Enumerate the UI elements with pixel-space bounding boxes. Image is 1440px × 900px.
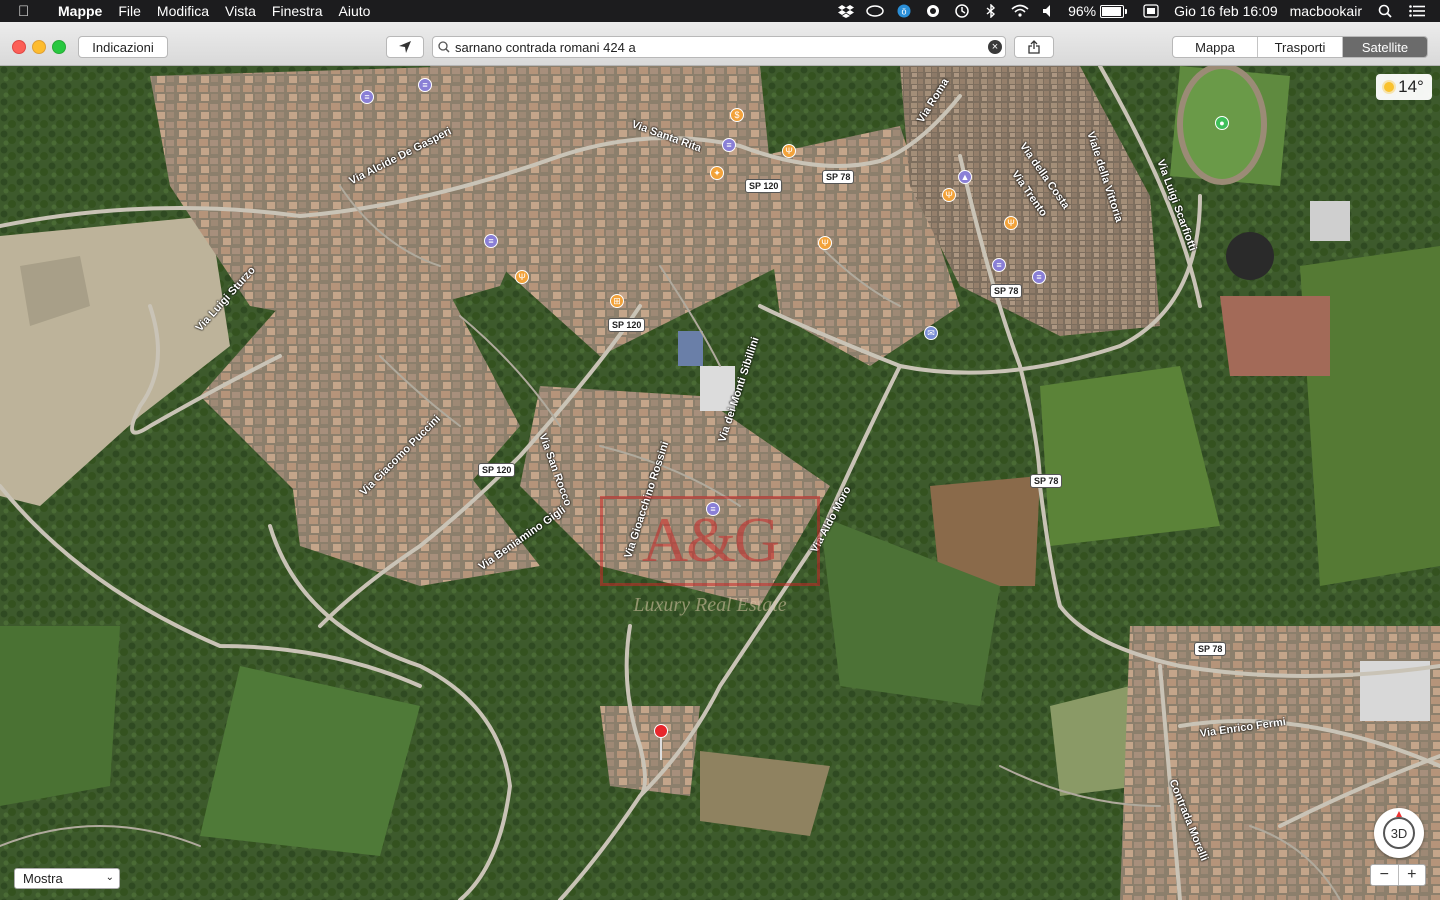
- menubar-clock[interactable]: Gio 16 feb 16:09: [1174, 3, 1278, 19]
- map-type-mappa[interactable]: Mappa: [1173, 37, 1258, 57]
- search-icon: [433, 41, 455, 53]
- show-options-value: Mostra: [23, 871, 63, 886]
- share-button[interactable]: [1014, 36, 1054, 58]
- spotlight-search-icon[interactable]: [1374, 0, 1396, 22]
- map-type-satellite[interactable]: Satellite: [1343, 37, 1427, 57]
- svg-text:ö: ö: [902, 7, 907, 17]
- fullscreen-window-button[interactable]: [52, 40, 66, 54]
- menu-file[interactable]: File: [110, 0, 149, 22]
- volume-icon[interactable]: [1038, 0, 1060, 22]
- satellite-map[interactable]: Via Alcide De Gasperi Via Santa Rita Via…: [0, 66, 1440, 900]
- hotel-poi-icon[interactable]: ≡: [418, 78, 432, 92]
- pin-stem: [660, 738, 662, 760]
- location-arrow-icon: [399, 41, 411, 53]
- hotel-poi-icon[interactable]: ≡: [360, 90, 374, 104]
- route-shield: SP 78: [822, 170, 855, 184]
- menu-vista[interactable]: Vista: [217, 0, 264, 22]
- directions-button[interactable]: Indicazioni: [78, 36, 168, 58]
- location-pin[interactable]: [654, 724, 668, 760]
- hotel-poi-icon[interactable]: ≡: [722, 138, 736, 152]
- map-type-segmented-control: Mappa Trasporti Satellite: [1172, 36, 1428, 58]
- church-poi-icon[interactable]: ▲: [958, 170, 972, 184]
- menu-aiuto[interactable]: Aiuto: [331, 0, 379, 22]
- creative-cloud-icon[interactable]: [864, 0, 886, 22]
- sun-icon: [1384, 82, 1395, 92]
- search-input[interactable]: sarnano contrada romani 424 a: [455, 40, 636, 55]
- menubar-username[interactable]: macbookair: [1290, 3, 1362, 19]
- close-window-button[interactable]: [12, 40, 26, 54]
- satellite-imagery: [0, 66, 1440, 900]
- chevron-down-icon: ⌄: [105, 872, 114, 883]
- sync-icon[interactable]: [922, 0, 944, 22]
- weather-widget[interactable]: 14°: [1376, 74, 1432, 100]
- bluetooth-icon[interactable]: [980, 0, 1002, 22]
- hotel-poi-icon[interactable]: ≡: [992, 258, 1006, 272]
- zoom-out-button[interactable]: −: [1371, 865, 1399, 885]
- restaurant-poi-icon[interactable]: Ψ: [782, 144, 796, 158]
- temperature: 14°: [1398, 77, 1424, 96]
- notification-center-icon[interactable]: [1406, 0, 1428, 22]
- pin-head-icon: [654, 724, 668, 738]
- route-shield: SP 120: [745, 179, 783, 193]
- restaurant-poi-icon[interactable]: Ψ: [1004, 216, 1018, 230]
- hotel-poi-icon[interactable]: ≡: [484, 234, 498, 248]
- battery-fill: [1102, 6, 1122, 16]
- menu-bar:  Mappe File Modifica Vista Finestra Aiu…: [0, 0, 1440, 22]
- zoom-in-button[interactable]: +: [1399, 865, 1426, 885]
- menu-app-name[interactable]: Mappe: [50, 0, 110, 22]
- route-shield: SP 120: [478, 463, 516, 477]
- stadium-poi-icon[interactable]: ●: [1215, 116, 1229, 130]
- apple-menu-icon[interactable]: : [18, 3, 40, 20]
- restaurant-poi-icon[interactable]: ✦: [710, 166, 724, 180]
- menu-modifica[interactable]: Modifica: [149, 0, 217, 22]
- minimize-window-button[interactable]: [32, 40, 46, 54]
- menu-finestra[interactable]: Finestra: [264, 0, 331, 22]
- restaurant-poi-icon[interactable]: $: [730, 108, 744, 122]
- compass-needle-icon: [1396, 811, 1402, 817]
- restaurant-poi-icon[interactable]: ⊞: [610, 294, 624, 308]
- zoom-control: − +: [1370, 864, 1426, 886]
- route-shield: SP 78: [990, 284, 1023, 298]
- wifi-icon[interactable]: [1009, 0, 1031, 22]
- restaurant-poi-icon[interactable]: Ψ: [942, 188, 956, 202]
- compass-label: 3D: [1383, 817, 1415, 849]
- agency-watermark-subtitle: Luxury Real Estate: [633, 594, 787, 616]
- dropbox-icon[interactable]: [835, 0, 857, 22]
- input-source-icon[interactable]: [1140, 0, 1162, 22]
- hotel-poi-icon[interactable]: ≡: [1032, 270, 1046, 284]
- restaurant-poi-icon[interactable]: Ψ: [515, 270, 529, 284]
- route-shield: SP 120: [608, 318, 646, 332]
- search-bar[interactable]: sarnano contrada romani 424 a ×: [432, 36, 1006, 58]
- time-machine-icon[interactable]: [951, 0, 973, 22]
- restaurant-poi-icon[interactable]: Ψ: [818, 236, 832, 250]
- route-shield: SP 78: [1194, 642, 1227, 656]
- maps-toolbar: Indicazioni sarnano contrada romani 424 …: [0, 22, 1440, 66]
- map-type-trasporti[interactable]: Trasporti: [1258, 37, 1343, 57]
- show-options-select[interactable]: Mostra ⌄: [14, 868, 120, 889]
- share-icon: [1028, 40, 1040, 54]
- compass-3d-button[interactable]: 3D: [1374, 808, 1424, 858]
- route-shield: SP 78: [1030, 474, 1063, 488]
- battery-icon[interactable]: [1100, 4, 1128, 18]
- agency-watermark: A&G: [600, 496, 820, 586]
- current-location-button[interactable]: [386, 36, 424, 58]
- post-office-poi-icon[interactable]: ✉: [924, 326, 938, 340]
- battery-percent[interactable]: 96%: [1068, 3, 1096, 19]
- vpn-icon[interactable]: ö: [893, 0, 915, 22]
- clear-search-icon[interactable]: ×: [988, 40, 1002, 54]
